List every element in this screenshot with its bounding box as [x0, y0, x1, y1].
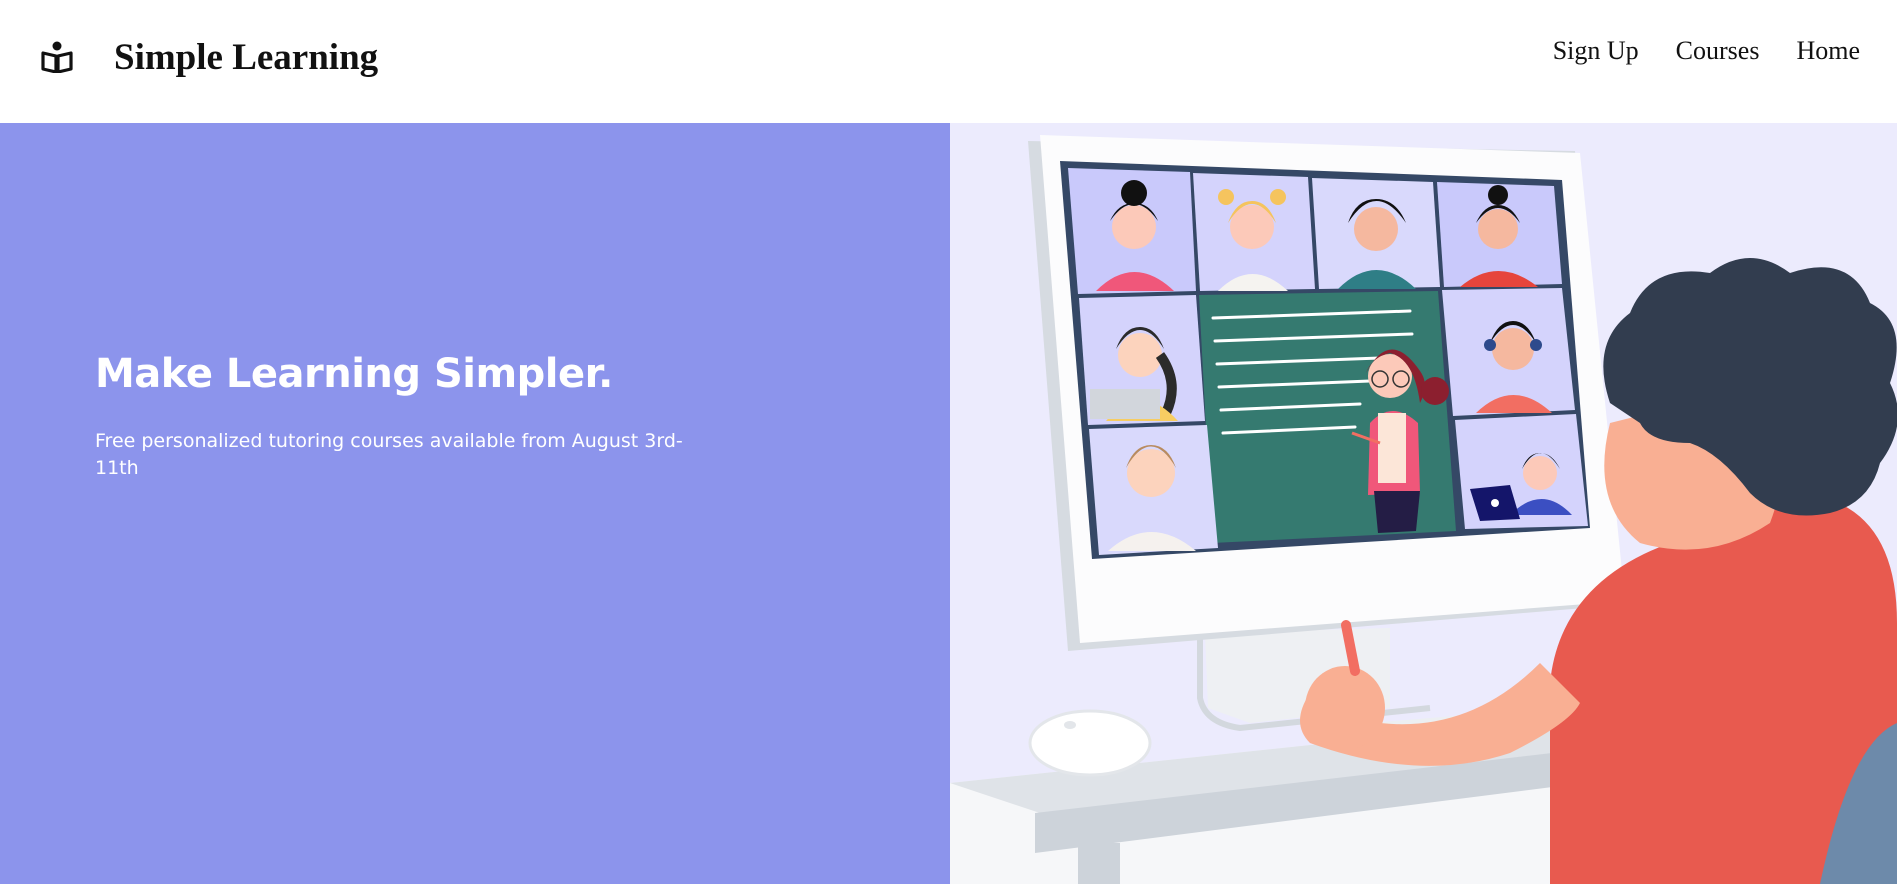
brand-name[interactable]: Simple Learning: [114, 36, 378, 79]
nav-link-sign-up[interactable]: Sign Up: [1553, 36, 1639, 66]
hero-title: Make Learning Simpler.: [95, 351, 613, 397]
navbar: Simple Learning Sign Up Courses Home: [0, 0, 1897, 123]
nav-link-home[interactable]: Home: [1796, 36, 1860, 66]
online-class-illustration: [950, 135, 1897, 884]
nav-link-courses[interactable]: Courses: [1676, 36, 1760, 66]
hero-illustration: [950, 123, 1897, 884]
hero-title-bold: Simpler.: [433, 351, 613, 397]
open-book-icon[interactable]: [40, 41, 74, 74]
hero-text-panel: Make Learning Simpler. Free personalized…: [0, 123, 950, 884]
hero-subtitle: Free personalized tutoring courses avail…: [95, 430, 683, 479]
nav-links: Sign Up Courses Home: [1553, 36, 1860, 66]
hero-title-regular: Make Learning: [95, 351, 434, 397]
